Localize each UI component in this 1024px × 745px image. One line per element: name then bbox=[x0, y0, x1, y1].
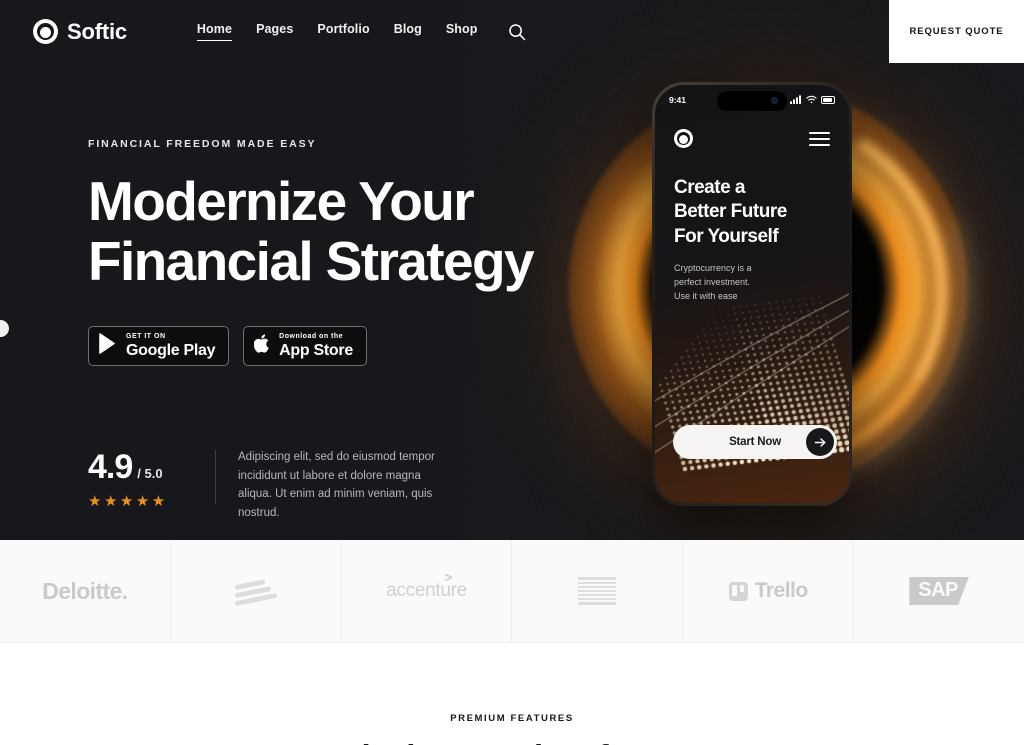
client-logos-strip: Deloitte. accenture > Trello SAP bbox=[0, 540, 1024, 643]
phone-subtitle-line-3: Use it with ease bbox=[674, 290, 738, 301]
sap-logo: SAP bbox=[909, 577, 969, 605]
hero-content: FINANCIAL FREEDOM MADE EASY Modernize Yo… bbox=[88, 138, 558, 366]
particle-dots-graphic bbox=[655, 283, 849, 503]
nav-link-pages[interactable]: Pages bbox=[256, 22, 293, 41]
apple-icon bbox=[253, 333, 271, 359]
phone-screen: 9:41 Create a Better Future For Yourself… bbox=[655, 85, 849, 503]
phone-title-line-1: Create a bbox=[674, 177, 746, 198]
hero-title-line-1: Modernize Your bbox=[88, 170, 475, 232]
phone-app-header bbox=[655, 115, 849, 148]
arrow-right-icon bbox=[806, 428, 834, 456]
google-play-label: Google Play bbox=[126, 341, 216, 359]
bank-of-america-logo-icon bbox=[234, 576, 277, 606]
features-title: Exclusive premium features bbox=[0, 738, 1024, 745]
app-store-button[interactable]: Download on the App Store bbox=[243, 325, 367, 366]
trello-logo: Trello bbox=[728, 579, 808, 603]
rating-score: 4.9 bbox=[88, 448, 133, 486]
accenture-chevron-icon: > bbox=[444, 569, 453, 585]
google-play-button[interactable]: GET IT ON Google Play bbox=[88, 325, 230, 366]
cellular-signal-icon bbox=[790, 91, 802, 109]
phone-title-line-3: For Yourself bbox=[674, 225, 779, 247]
start-now-button[interactable]: Start Now bbox=[673, 425, 837, 459]
brand-name: Softic bbox=[67, 18, 127, 44]
hamburger-menu-icon[interactable] bbox=[809, 131, 830, 146]
hero-title: Modernize Your Financial Strategy bbox=[88, 170, 558, 292]
nav-link-shop[interactable]: Shop bbox=[446, 22, 478, 41]
rating-section: 4.9 / 5.0 ★★★★★ Adipiscing elit, sed do … bbox=[88, 448, 448, 523]
main-navigation: Softic Home Pages Portfolio Blog Shop RE… bbox=[0, 0, 1024, 63]
request-quote-button[interactable]: REQUEST QUOTE bbox=[889, 0, 1024, 63]
rating-max: / 5.0 bbox=[137, 466, 163, 481]
phone-content: Create a Better Future For Yourself Cryp… bbox=[655, 148, 849, 304]
logo-cell-bank-of-america bbox=[171, 540, 342, 642]
rating-description: Adipiscing elit, sed do eiusmod tempor i… bbox=[238, 451, 435, 519]
phone-subtitle-line-2: perfect investment. bbox=[674, 276, 751, 287]
brand-logo[interactable]: Softic bbox=[33, 19, 127, 45]
trello-logo-icon bbox=[728, 581, 748, 601]
search-icon[interactable] bbox=[506, 21, 528, 43]
nav-link-portfolio[interactable]: Portfolio bbox=[317, 22, 369, 41]
rating-score-block: 4.9 / 5.0 ★★★★★ bbox=[88, 448, 193, 510]
nav-link-blog[interactable]: Blog bbox=[394, 22, 422, 41]
logo-cell-trello: Trello bbox=[683, 540, 855, 642]
accenture-logo: accenture > bbox=[386, 569, 467, 601]
app-store-buttons: GET IT ON Google Play Download on the Ap… bbox=[88, 325, 558, 366]
hero-title-line-2: Financial Strategy bbox=[88, 229, 535, 292]
features-eyebrow: PREMIUM FEATURES bbox=[450, 713, 574, 724]
phone-mockup: 9:41 Create a Better Future For Yourself… bbox=[652, 82, 852, 506]
rating-stars: ★★★★★ bbox=[88, 493, 168, 510]
phone-title-line-2: Better Future bbox=[674, 201, 787, 223]
hero-eyebrow: FINANCIAL FREEDOM MADE EASY bbox=[88, 138, 317, 150]
app-store-small-label: Download on the bbox=[279, 332, 344, 340]
deloitte-logo: Deloitte. bbox=[42, 577, 128, 604]
softic-logo-icon bbox=[33, 19, 58, 44]
phone-title: Create a Better Future For Yourself bbox=[674, 176, 830, 249]
app-store-label: App Store bbox=[279, 341, 353, 359]
wifi-icon bbox=[806, 91, 817, 109]
nav-link-home[interactable]: Home bbox=[196, 22, 233, 41]
dynamic-island bbox=[717, 91, 787, 111]
ibm-logo-icon bbox=[578, 577, 617, 605]
phone-softic-logo-icon[interactable] bbox=[674, 129, 693, 148]
status-time: 9:41 bbox=[669, 95, 687, 105]
battery-icon bbox=[821, 96, 835, 104]
nav-links: Home Pages Portfolio Blog Shop bbox=[196, 22, 478, 41]
logo-cell-ibm bbox=[512, 540, 684, 642]
google-play-icon bbox=[99, 333, 118, 359]
phone-subtitle: Cryptocurrency is a perfect investment. … bbox=[674, 262, 830, 304]
phone-status-bar: 9:41 bbox=[655, 85, 849, 115]
logo-cell-sap: SAP bbox=[854, 540, 1024, 642]
logo-cell-deloitte: Deloitte. bbox=[0, 540, 171, 642]
hero-section: Softic Home Pages Portfolio Blog Shop RE… bbox=[0, 0, 1024, 540]
phone-subtitle-line-1: Cryptocurrency is a bbox=[674, 262, 752, 273]
rating-divider bbox=[215, 450, 216, 504]
logo-cell-accenture: accenture > bbox=[342, 540, 513, 642]
start-now-label: Start Now bbox=[729, 436, 781, 448]
features-section: PREMIUM FEATURES Exclusive premium featu… bbox=[0, 643, 1024, 745]
google-play-small-label: GET IT ON bbox=[126, 332, 166, 340]
